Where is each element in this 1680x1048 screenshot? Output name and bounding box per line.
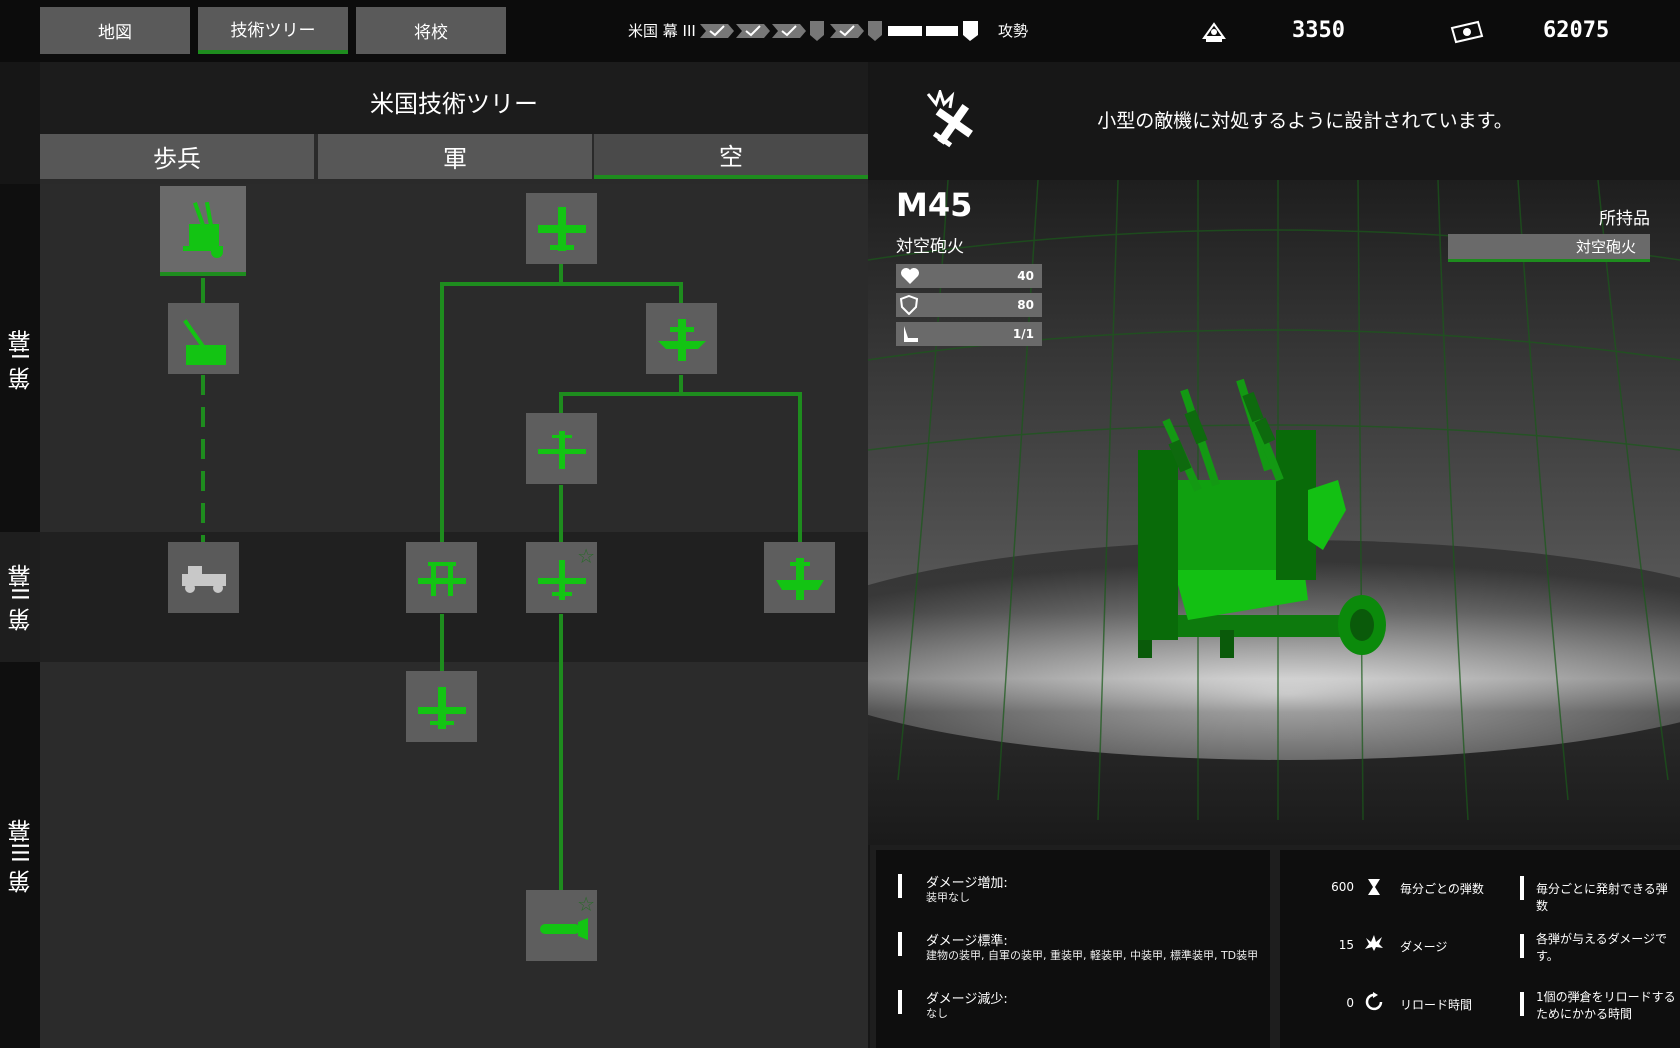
unit-description: 小型の敵機に対処するように設計されています。 — [1097, 110, 1513, 132]
anti-air-icon — [926, 90, 973, 148]
stat-health: 40 — [896, 264, 1042, 288]
rounds-per-minute-label: 毎分ごとの弾数 — [1400, 882, 1484, 896]
damage-label: ダメージ — [1400, 940, 1448, 954]
damage-desc: 各弾が与えるダメージです。 — [1536, 932, 1668, 963]
reload-icon — [1365, 992, 1383, 1011]
star-icon: ☆ — [577, 892, 595, 916]
rounds-per-minute-value: 600 — [1331, 880, 1354, 894]
inventory-label: 所持品 — [1599, 209, 1650, 229]
tree-node-plane-4[interactable] — [764, 542, 835, 613]
tree-node-m45-aa[interactable] — [160, 186, 246, 276]
divider — [898, 990, 902, 1014]
tree-node-plane-2[interactable] — [646, 303, 717, 374]
twin-engine-plane-icon — [417, 561, 466, 596]
plane-icon — [417, 686, 466, 729]
heart-icon — [901, 268, 919, 284]
divider — [1520, 934, 1524, 958]
inventory-item[interactable]: 対空砲火 — [1448, 234, 1650, 262]
divider — [898, 874, 902, 898]
tree-node-aa-gun[interactable] — [168, 303, 239, 374]
unit-name: M45 — [896, 186, 973, 224]
halftrack-icon — [181, 565, 226, 593]
tree-node-twin-engine-plane[interactable] — [406, 542, 477, 613]
tree-node-bomb[interactable]: ☆ — [526, 890, 597, 961]
divider — [1520, 876, 1524, 900]
stat-seats: 1/1 — [896, 322, 1042, 346]
plane-icon — [657, 318, 706, 361]
resource-b-value: 62075 — [1543, 18, 1610, 43]
offensive-label: 攻勢 — [998, 22, 1029, 40]
damage-decrease-value: なし — [926, 1007, 948, 1020]
stat-armor: 80 — [896, 293, 1042, 317]
divider — [898, 932, 902, 956]
star-icon: ☆ — [577, 544, 595, 568]
stat-value: 80 — [1017, 298, 1034, 312]
tree-connectors — [201, 264, 802, 890]
aa-cannon-icon — [182, 318, 226, 365]
resource-a-value: 3350 — [1292, 18, 1345, 43]
money-icon — [1450, 20, 1484, 44]
plane-icon — [537, 430, 586, 469]
tree-node-plane-5[interactable] — [406, 671, 477, 742]
damage-standard-value: 建物の装甲, 自軍の装甲, 重装甲, 軽装甲, 中装甲, 標準装甲, TD装甲 — [926, 949, 1259, 962]
tree-node-plane-3[interactable] — [526, 413, 597, 484]
tree-node-halftrack-aa[interactable] — [168, 542, 239, 613]
seat-icon — [904, 326, 918, 342]
reload-desc: 1個の弾倉をリロードするためにかかる時間 — [1536, 990, 1676, 1021]
shield-icon — [900, 295, 918, 315]
tree-node-plane-starred[interactable]: ☆ — [526, 542, 597, 613]
reload-value: 0 — [1346, 996, 1354, 1010]
ammo-crate-icon — [1202, 22, 1226, 42]
stat-value: 40 — [1017, 269, 1034, 283]
tree-node-plane-1[interactable] — [526, 193, 597, 264]
divider — [1520, 992, 1524, 1016]
explosion-icon — [1365, 935, 1383, 951]
aa-gun-icon — [183, 201, 223, 258]
damage-increase-value: 装甲なし — [926, 891, 970, 904]
plane-icon — [775, 557, 824, 600]
reload-label: リロード時間 — [1400, 998, 1473, 1012]
unit-type: 対空砲火 — [896, 237, 964, 257]
stat-value: 1/1 — [1012, 327, 1034, 341]
hourglass-icon — [1368, 879, 1380, 895]
rounds-per-minute-desc: 毎分ごとに発射できる弾数 — [1536, 882, 1668, 913]
plane-icon — [537, 206, 586, 251]
damage-value: 15 — [1338, 938, 1354, 952]
